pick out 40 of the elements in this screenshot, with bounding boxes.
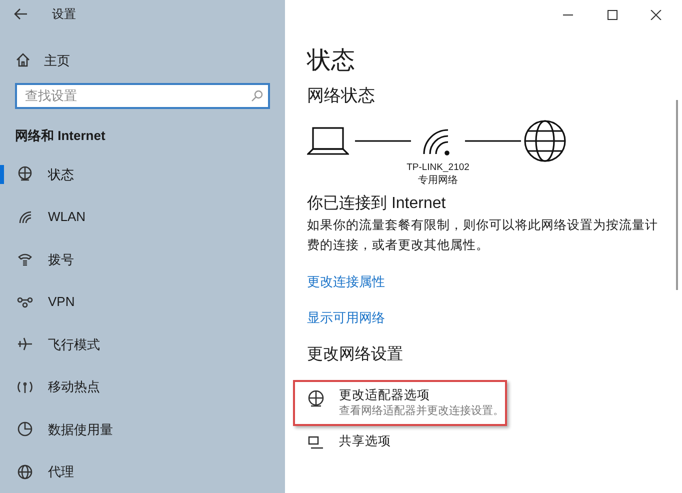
- sidebar-item[interactable]: 拨号: [0, 238, 285, 280]
- globe-monitor-icon: [17, 166, 33, 182]
- sidebar-item[interactable]: 代理: [0, 450, 285, 493]
- link[interactable]: 显示可用网络: [307, 309, 385, 327]
- globe-monitor-icon: [307, 390, 325, 408]
- section-heading: 网络状态: [307, 85, 376, 107]
- settings-option[interactable]: 共享选项: [293, 426, 507, 457]
- laptop-icon: [307, 126, 349, 156]
- page-title: 状态: [307, 46, 356, 76]
- sidebar-item[interactable]: 移动热点: [0, 366, 285, 408]
- network-type: 专用网络: [418, 174, 458, 187]
- sidebar-item[interactable]: 主页: [0, 48, 285, 72]
- pie-chart-icon: [17, 421, 33, 438]
- section-heading: 网络和 Internet: [14, 126, 106, 144]
- sharing-icon: [308, 436, 324, 450]
- search-icon: [251, 90, 263, 102]
- phone-icon: [18, 252, 32, 266]
- connection-line: [465, 140, 521, 142]
- globe-icon: [17, 464, 33, 480]
- vpn-icon: [17, 296, 33, 308]
- search-field[interactable]: 查找设置: [15, 82, 270, 108]
- sidebar-item[interactable]: 飞行模式: [0, 323, 285, 366]
- home-icon: [16, 53, 30, 68]
- sidebar-item[interactable]: 数据使用量: [0, 408, 285, 450]
- section-heading: 更改网络设置: [307, 345, 404, 365]
- description-text: 如果你的流量套餐有限制，则你可以将此网络设置为按流量计费的连接，或者更改其他属性。: [307, 217, 659, 254]
- airplane-icon: [17, 336, 33, 352]
- network-name: TP-LINK_2102: [406, 161, 470, 174]
- back-arrow-icon[interactable]: [14, 8, 28, 20]
- section-heading: 你已连接到 Internet: [307, 194, 447, 214]
- globe-icon: [523, 119, 567, 163]
- window-title: 设置: [52, 6, 76, 24]
- sidebar-item[interactable]: VPN: [0, 280, 285, 323]
- settings-option[interactable]: 更改适配器选项 查看网络适配器并更改连接设置。: [293, 380, 507, 426]
- sidebar-item[interactable]: WLAN: [0, 196, 285, 238]
- link[interactable]: 更改连接属性: [307, 273, 385, 291]
- sidebar-item[interactable]: 状态: [0, 153, 285, 196]
- hotspot-icon: [16, 380, 34, 394]
- connection-line: [355, 140, 411, 142]
- wifi-icon: [18, 210, 32, 224]
